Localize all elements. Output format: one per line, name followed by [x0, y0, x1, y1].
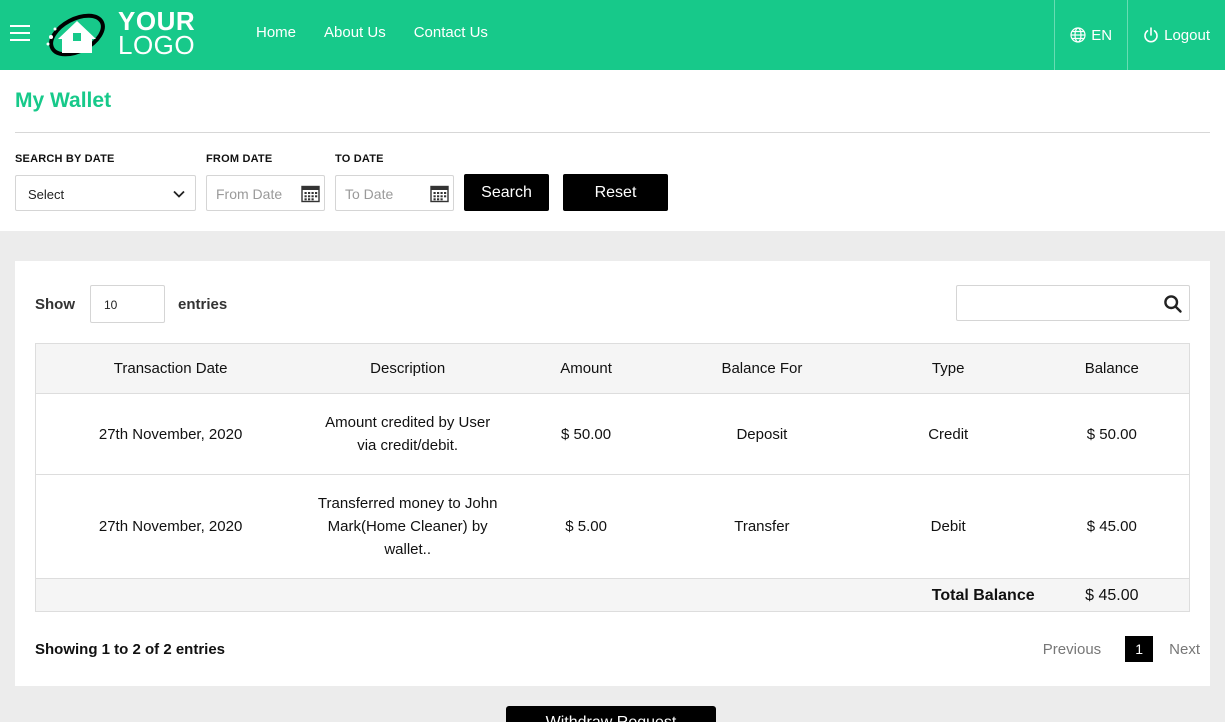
from-date-label: FROM DATE	[206, 153, 273, 165]
cell-type: Debit	[861, 474, 1035, 579]
language-label: EN	[1091, 26, 1113, 44]
logout-label: Logout	[1164, 26, 1210, 44]
previous-page-button[interactable]: Previous	[1043, 641, 1101, 658]
to-date-input[interactable]: To Date	[335, 175, 454, 211]
nav-about-us[interactable]: About Us	[324, 24, 386, 41]
cell-type: Credit	[861, 393, 1035, 475]
entries-label: entries	[178, 296, 228, 313]
pagination: Previous 1 Next	[1043, 636, 1200, 662]
cell-date: 27th November, 2020	[35, 474, 306, 579]
cell-description: Amount credited by User via credit/debit…	[325, 414, 491, 454]
cell-date: 27th November, 2020	[35, 393, 306, 475]
cell-balance-for: Deposit	[662, 393, 862, 475]
divider	[15, 132, 1210, 133]
show-label: Show	[35, 296, 75, 313]
from-date-input[interactable]: From Date	[206, 175, 325, 211]
cell-amount: $ 5.00	[510, 474, 662, 579]
cell-amount: $ 50.00	[510, 393, 662, 475]
logo-house-icon	[46, 13, 105, 57]
total-balance-value: $ 45.00	[1034, 578, 1190, 612]
nav-contact-us[interactable]: Contact Us	[414, 24, 488, 41]
table-footer-row: Total Balance $ 45.00	[35, 578, 1190, 612]
power-icon	[1144, 27, 1158, 43]
table-header-row: Transaction Date Description Amount Bala…	[35, 343, 1190, 394]
filters-panel: My Wallet SEARCH BY DATE FROM DATE TO DA…	[0, 70, 1225, 231]
hamburger-icon[interactable]	[10, 25, 30, 43]
table-row: 27th November, 2020 Amount credited by U…	[35, 393, 1190, 475]
to-date-placeholder: To Date	[345, 186, 394, 202]
date-range-select-value: Select	[28, 187, 65, 202]
to-date-label: TO DATE	[335, 153, 384, 165]
cell-balance: $ 45.00	[1034, 474, 1190, 579]
calendar-icon[interactable]	[430, 184, 449, 203]
page-title: My Wallet	[15, 89, 112, 112]
entries-length-input[interactable]: 10	[90, 285, 165, 323]
cell-description: Transferred money to John Mark(Home Clea…	[317, 495, 498, 558]
pagination-info: Showing 1 to 2 of 2 entries	[35, 641, 226, 658]
transactions-table: Transaction Date Description Amount Bala…	[35, 343, 1190, 612]
logout-button[interactable]: Logout	[1127, 0, 1225, 70]
cell-balance: $ 50.00	[1034, 393, 1190, 475]
logo-text-line2: LOGO	[118, 30, 196, 60]
language-selector[interactable]: EN	[1054, 0, 1127, 70]
transactions-card: Show 10 entries Transaction Date Descrip…	[15, 261, 1210, 686]
chevron-down-icon	[173, 190, 185, 198]
column-header[interactable]: Transaction Date	[35, 343, 306, 394]
search-button[interactable]: Search	[464, 174, 549, 211]
top-navbar: YOUR LOGO Home About Us Contact Us EN Lo…	[0, 0, 1225, 70]
table-search-input[interactable]	[956, 285, 1190, 321]
globe-icon	[1070, 27, 1086, 43]
column-header[interactable]: Type	[861, 343, 1035, 394]
cell-balance-for: Transfer	[662, 474, 862, 579]
table-row: 27th November, 2020 Transferred money to…	[35, 474, 1190, 579]
calendar-icon[interactable]	[301, 184, 320, 203]
logo[interactable]: YOUR LOGO	[44, 8, 204, 61]
page-number-button[interactable]: 1	[1125, 636, 1154, 662]
next-page-button[interactable]: Next	[1169, 641, 1200, 658]
column-header[interactable]: Balance	[1034, 343, 1190, 394]
column-header[interactable]: Amount	[510, 343, 662, 394]
nav-home[interactable]: Home	[256, 24, 296, 41]
column-header[interactable]: Description	[305, 343, 511, 394]
from-date-placeholder: From Date	[216, 186, 283, 202]
column-header[interactable]: Balance For	[662, 343, 862, 394]
search-by-date-label: SEARCH BY DATE	[15, 153, 115, 165]
withdraw-request-button[interactable]: Withdraw Request	[506, 706, 716, 722]
main-nav: Home About Us Contact Us	[256, 24, 516, 41]
search-icon[interactable]	[1163, 294, 1183, 314]
total-balance-label: Total Balance	[861, 578, 1035, 612]
date-range-select[interactable]: Select	[15, 175, 196, 211]
reset-button[interactable]: Reset	[563, 174, 668, 211]
